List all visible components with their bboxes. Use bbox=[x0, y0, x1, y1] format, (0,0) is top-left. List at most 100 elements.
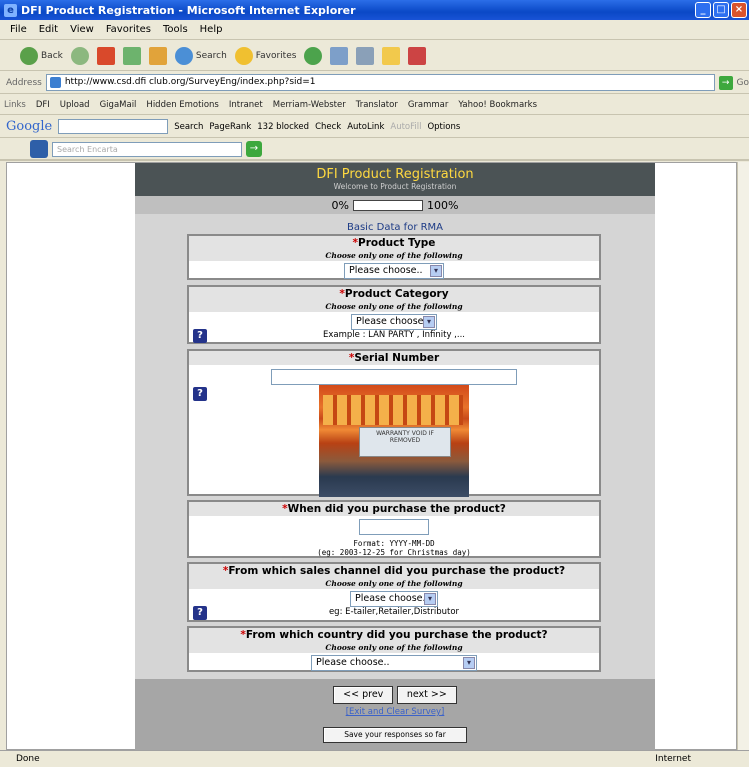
go-label[interactable]: Go bbox=[737, 78, 749, 88]
survey-form: DFI Product Registration Welcome to Prod… bbox=[135, 163, 655, 751]
close-button[interactable]: × bbox=[731, 2, 747, 18]
google-search-input[interactable] bbox=[58, 119, 169, 134]
question-purchase-date: *When did you purchase the product? Form… bbox=[187, 500, 601, 558]
search-button[interactable]: Search bbox=[174, 46, 227, 65]
status-text: Done bbox=[16, 754, 40, 764]
address-input[interactable]: http://www.csd.dfi club.org/SurveyEng/in… bbox=[45, 74, 715, 91]
encarta-go-button[interactable]: → bbox=[246, 141, 262, 157]
survey-title: DFI Product Registration bbox=[316, 167, 474, 182]
links-label: Links bbox=[4, 99, 26, 110]
menu-edit[interactable]: Edit bbox=[39, 24, 58, 35]
google-logo[interactable]: Google bbox=[6, 119, 52, 134]
favorites-button[interactable]: Favorites bbox=[234, 46, 296, 65]
refresh-icon bbox=[122, 46, 141, 65]
back-arrow-icon bbox=[20, 46, 38, 65]
links-bar: Links DFI Upload GigaMail Hidden Emotion… bbox=[0, 95, 749, 115]
window-titlebar: e DFI Product Registration - Microsoft I… bbox=[0, 0, 749, 20]
progress-row: 0% 100% bbox=[135, 196, 655, 214]
question-sales-channel: *From which sales channel did you purcha… bbox=[187, 562, 601, 622]
question-title: From which sales channel did you purchas… bbox=[228, 565, 566, 577]
folder-icon bbox=[382, 46, 401, 65]
link-translator[interactable]: Translator bbox=[356, 100, 398, 110]
window-controls: _ □ × bbox=[695, 2, 747, 18]
question-title: Product Category bbox=[344, 288, 449, 300]
next-button[interactable]: next >> bbox=[396, 686, 457, 704]
encarta-search-input[interactable]: Search Encarta bbox=[52, 141, 242, 157]
serial-label-photo: WARRANTY VOID IF REMOVED bbox=[319, 385, 469, 497]
help-icon[interactable]: ? bbox=[193, 606, 207, 620]
address-label: Address bbox=[6, 77, 42, 88]
question-help: Choose only one of the following bbox=[189, 578, 599, 589]
minimize-button[interactable]: _ bbox=[695, 2, 711, 18]
link-intranet[interactable]: Intranet bbox=[229, 100, 263, 110]
serial-number-input[interactable] bbox=[271, 369, 517, 385]
link-grammar[interactable]: Grammar bbox=[408, 100, 449, 110]
product-type-select[interactable]: Please choose.. ▾ bbox=[344, 263, 444, 279]
progress-start-label: 0% bbox=[331, 198, 349, 212]
menu-tools[interactable]: Tools bbox=[163, 24, 188, 35]
question-serial-number: *Serial Number ? WARRANTY VOID IF REMOVE… bbox=[187, 349, 601, 497]
question-product-type: *Product Type Choose only one of the fol… bbox=[187, 234, 601, 280]
google-search-button[interactable]: Search bbox=[174, 122, 203, 132]
forward-arrow-icon bbox=[70, 46, 89, 65]
question-country: *From which country did you purchase the… bbox=[187, 626, 601, 672]
google-check-button[interactable]: Check bbox=[315, 122, 341, 132]
mail-button[interactable] bbox=[330, 46, 349, 65]
menu-view[interactable]: View bbox=[70, 24, 94, 35]
progress-bar bbox=[353, 199, 423, 211]
home-icon bbox=[148, 46, 167, 65]
vertical-scrollbar[interactable] bbox=[737, 162, 749, 750]
prev-button[interactable]: << prev bbox=[333, 686, 394, 704]
link-yahoo-bookmarks[interactable]: Yahoo! Bookmarks bbox=[458, 100, 537, 110]
history-button[interactable] bbox=[304, 46, 323, 65]
forward-button[interactable] bbox=[70, 46, 89, 65]
browser-toolbar: Back Search Favorites bbox=[0, 41, 749, 71]
exit-clear-survey-link[interactable]: [Exit and Clear Survey] bbox=[135, 707, 655, 717]
refresh-button[interactable] bbox=[122, 46, 141, 65]
encarta-bar: Search Encarta → bbox=[0, 139, 749, 161]
google-toolbar: Google Search PageRank 132 blocked Check… bbox=[0, 116, 749, 138]
question-example: eg: E-tailer,Retailer,Distributor bbox=[328, 607, 460, 617]
question-title: Product Type bbox=[358, 237, 436, 249]
save-responses-button[interactable]: Save your responses so far bbox=[323, 727, 467, 743]
edit-button[interactable] bbox=[382, 46, 401, 65]
link-gigamail[interactable]: GigaMail bbox=[100, 100, 137, 110]
link-merriam-webster[interactable]: Merriam-Webster bbox=[273, 100, 346, 110]
purchase-date-input[interactable] bbox=[359, 519, 429, 535]
zone-indicator: Internet bbox=[655, 754, 691, 764]
home-button[interactable] bbox=[148, 46, 167, 65]
product-category-select[interactable]: Please choose.. ▾ bbox=[351, 314, 437, 330]
link-dfi[interactable]: DFI bbox=[36, 100, 50, 110]
warranty-sticker: WARRANTY VOID IF REMOVED bbox=[359, 427, 451, 457]
date-format-hint: Format: YYYY-MM-DD bbox=[353, 539, 435, 548]
survey-footer: << prev next >> [Exit and Clear Survey] … bbox=[135, 679, 655, 751]
go-button[interactable]: → bbox=[718, 75, 733, 90]
menu-file[interactable]: File bbox=[10, 24, 27, 35]
google-pagerank[interactable]: PageRank bbox=[209, 122, 251, 132]
status-bar: Done Internet bbox=[0, 750, 749, 767]
question-help: Choose only one of the following bbox=[189, 250, 599, 261]
question-title: From which country did you purchase the … bbox=[245, 629, 548, 641]
menu-bar: File Edit View Favorites Tools Help bbox=[0, 20, 749, 40]
link-hidden-emotions[interactable]: Hidden Emotions bbox=[146, 100, 218, 110]
maximize-button[interactable]: □ bbox=[713, 2, 729, 18]
question-title: Serial Number bbox=[354, 352, 440, 364]
google-options-button[interactable]: Options bbox=[427, 122, 460, 132]
google-popup-blocked[interactable]: 132 blocked bbox=[257, 122, 309, 132]
google-autolink-button[interactable]: AutoLink bbox=[347, 122, 384, 132]
help-icon[interactable]: ? bbox=[193, 387, 207, 401]
menu-favorites[interactable]: Favorites bbox=[106, 24, 151, 35]
help-icon[interactable]: ? bbox=[193, 329, 207, 343]
sales-channel-select[interactable]: Please choose.. ▾ bbox=[350, 591, 438, 607]
menu-help[interactable]: Help bbox=[200, 24, 223, 35]
encarta-icon bbox=[30, 140, 48, 158]
country-select[interactable]: Please choose.. ▾ bbox=[311, 655, 477, 671]
chevron-down-icon: ▾ bbox=[423, 316, 435, 328]
link-upload[interactable]: Upload bbox=[60, 100, 90, 110]
google-autofill-button[interactable]: AutoFill bbox=[390, 122, 421, 132]
back-button[interactable]: Back bbox=[20, 46, 63, 65]
print-button[interactable] bbox=[356, 46, 375, 65]
messenger-button[interactable] bbox=[408, 46, 427, 65]
mail-icon bbox=[330, 46, 349, 65]
stop-button[interactable] bbox=[96, 46, 115, 65]
